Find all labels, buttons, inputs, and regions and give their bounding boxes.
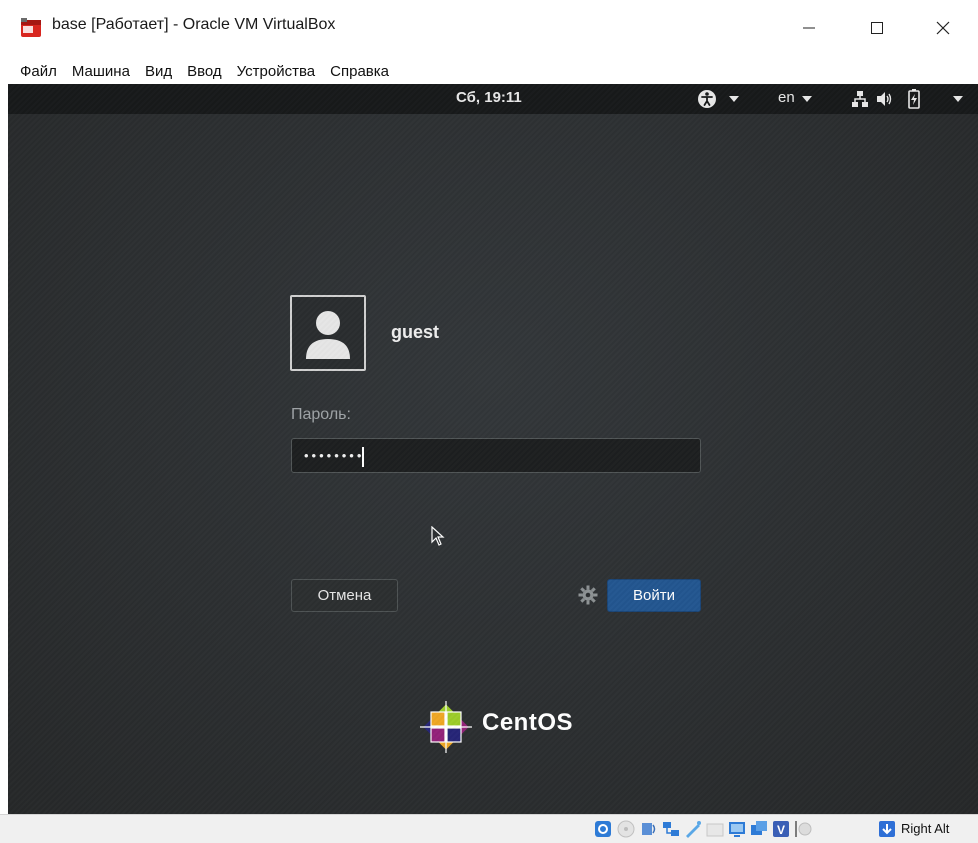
- menu-help[interactable]: Справка: [330, 63, 389, 80]
- optical-drive-icon[interactable]: [617, 820, 635, 838]
- network-icon[interactable]: [851, 90, 869, 108]
- password-field[interactable]: ••••••••: [291, 438, 701, 473]
- menu-view[interactable]: Вид: [145, 63, 172, 80]
- window-title: base [Работает] - Oracle VM VirtualBox: [52, 16, 336, 33]
- menu-file[interactable]: Файл: [20, 63, 57, 80]
- menu-input[interactable]: Ввод: [187, 63, 222, 80]
- user-icon: [306, 311, 350, 359]
- svg-text:V: V: [777, 823, 785, 837]
- usb-icon[interactable]: [684, 820, 702, 838]
- centos-logo-icon: [420, 701, 472, 753]
- host-key-label: Right Alt: [901, 821, 950, 836]
- mouse-cursor-icon: [431, 526, 445, 546]
- login-button[interactable]: Войти: [607, 579, 701, 612]
- chevron-down-icon[interactable]: [802, 96, 812, 102]
- menu-devices[interactable]: Устройства: [237, 63, 315, 80]
- keyboard-arrow-icon[interactable]: [878, 820, 896, 838]
- close-button[interactable]: [920, 10, 966, 46]
- shared-folders-icon[interactable]: [706, 820, 724, 838]
- minimize-icon: [803, 27, 815, 29]
- user-avatar[interactable]: [290, 295, 366, 371]
- accessibility-icon[interactable]: [697, 89, 717, 109]
- virtualbox-app-icon: [21, 18, 41, 37]
- hard-disk-icon[interactable]: [594, 820, 612, 838]
- display-icon[interactable]: [728, 820, 746, 838]
- battery-icon[interactable]: [908, 89, 920, 109]
- network-adapter-icon[interactable]: [662, 820, 680, 838]
- username-label: guest: [391, 322, 440, 342]
- window-titlebar: base [Работает] - Oracle VM VirtualBox: [0, 0, 978, 58]
- clock[interactable]: Сб, 19:11: [456, 89, 522, 106]
- menu-machine[interactable]: Машина: [72, 63, 130, 80]
- password-value: ••••••••: [304, 448, 365, 463]
- minimize-button[interactable]: [786, 10, 832, 46]
- password-label: Пароль:: [291, 406, 351, 423]
- gear-icon[interactable]: [578, 585, 598, 605]
- audio-icon[interactable]: [640, 820, 658, 838]
- menu-bar: Файл Машина Вид Ввод Устройства Справка: [0, 58, 978, 84]
- language-indicator[interactable]: en: [778, 89, 795, 106]
- chevron-down-icon[interactable]: [729, 96, 739, 102]
- centos-wordmark: CentOS: [482, 709, 574, 736]
- vm-display[interactable]: Сб, 19:11 en guest Пароль: •••••••• Отме…: [8, 84, 978, 814]
- text-caret: [362, 446, 365, 467]
- virtualization-icon[interactable]: V: [772, 820, 790, 838]
- chevron-down-icon[interactable]: [953, 96, 963, 102]
- mouse-integration-icon[interactable]: [794, 820, 812, 838]
- close-icon: [936, 21, 950, 35]
- cancel-button[interactable]: Отмена: [291, 579, 398, 612]
- status-bar: V Right Alt: [0, 814, 978, 843]
- volume-icon[interactable]: [876, 91, 894, 107]
- gnome-top-bar: Сб, 19:11 en: [8, 84, 978, 114]
- maximize-button[interactable]: [854, 10, 900, 46]
- maximize-icon: [871, 22, 883, 34]
- recording-icon[interactable]: [750, 820, 768, 838]
